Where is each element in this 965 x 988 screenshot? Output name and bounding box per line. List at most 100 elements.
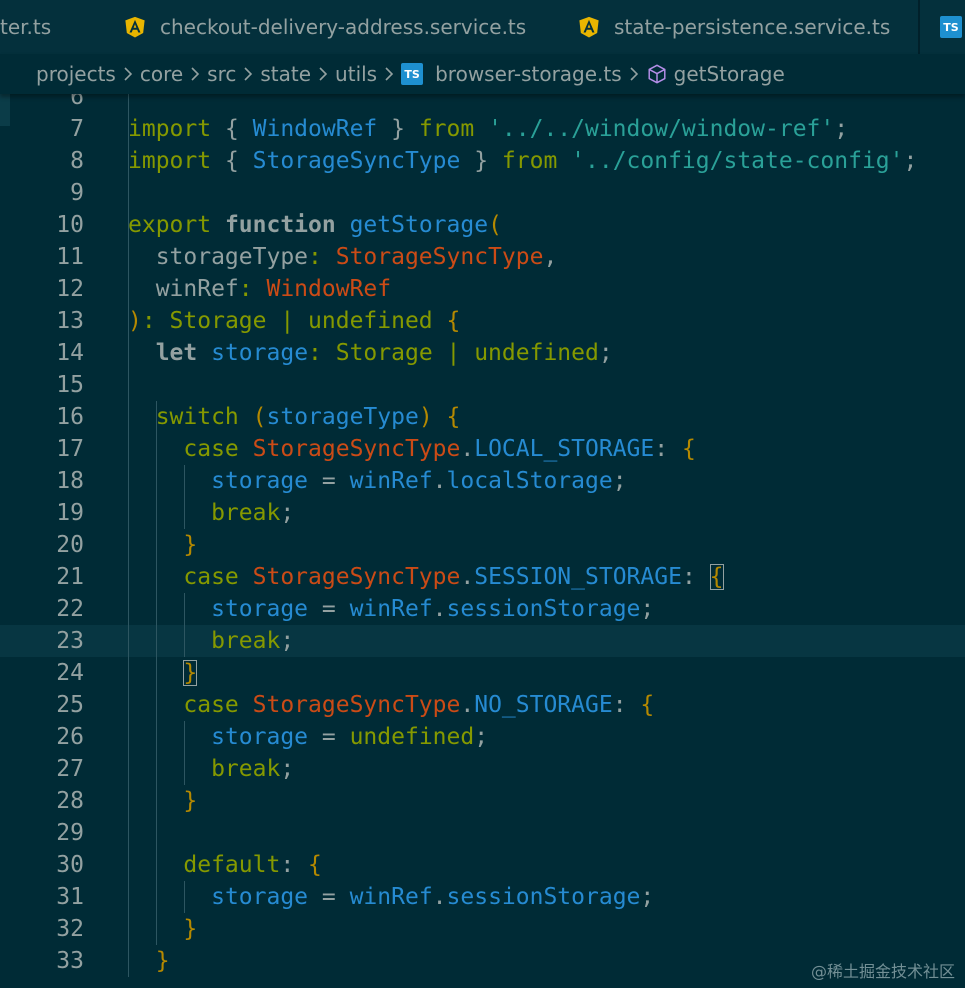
code-token: default <box>128 852 281 878</box>
code-text: case StorageSyncType.SESSION_STORAGE: { <box>128 561 724 593</box>
code-editor[interactable]: 6 7 import { WindowRef } from '../../windo… <box>0 94 965 988</box>
code-line[interactable]: 30 default: { <box>0 849 965 881</box>
indent-guide <box>184 465 185 529</box>
code-token: case <box>128 564 239 590</box>
code-line[interactable]: 11 storageType: StorageSyncType, <box>0 241 965 273</box>
code-token: { <box>446 308 461 334</box>
code-line[interactable]: 20 } <box>0 529 965 561</box>
watermark: @稀土掘金技术社区 <box>810 962 955 981</box>
code-text: storage = winRef.sessionStorage; <box>128 593 654 625</box>
code-line[interactable]: 12 winRef: WindowRef <box>0 273 965 305</box>
code-token: : Storage | undefined <box>308 340 599 366</box>
code-token: } <box>128 532 198 558</box>
code-token: : Storage | undefined <box>141 308 447 334</box>
indent-guide <box>184 881 185 913</box>
code-token: } <box>377 116 419 142</box>
code-line[interactable]: 16 switch (storageType) { <box>0 401 965 433</box>
code-line[interactable]: 8 import { StorageSyncType } from '../con… <box>0 145 965 177</box>
indent-guide <box>184 593 185 657</box>
code-text: } <box>128 913 197 945</box>
code-text: storageType: StorageSyncType, <box>128 241 558 273</box>
code-token: undefined <box>349 724 475 750</box>
line-number: 17 <box>56 436 84 462</box>
code-line[interactable]: 31 storage = winRef.sessionStorage; <box>0 881 965 913</box>
code-line[interactable]: 21 case StorageSyncType.SESSION_STORAGE:… <box>0 561 965 593</box>
chevron-right-icon <box>236 64 260 84</box>
code-text: winRef: WindowRef <box>128 273 391 305</box>
code-line[interactable]: 26 storage = undefined; <box>0 721 965 753</box>
code-line[interactable]: 24 } <box>0 657 965 689</box>
tab-checkout-delivery-address-service[interactable]: checkout-delivery-address.service.ts <box>124 0 526 54</box>
code-line[interactable]: 29 <box>0 817 965 849</box>
line-number: 33 <box>56 948 84 974</box>
line-number: 23 <box>56 628 84 654</box>
code-line[interactable]: 22 storage = winRef.sessionStorage; <box>0 593 965 625</box>
code-line[interactable]: 18 storage = winRef.localStorage; <box>0 465 965 497</box>
code-token: { <box>681 436 696 462</box>
line-number: 20 <box>56 532 84 558</box>
code-text: storage = undefined; <box>128 721 488 753</box>
tab-divider <box>918 0 920 54</box>
code-token: } <box>128 948 170 974</box>
code-token: ; <box>903 148 918 174</box>
code-line[interactable]: 7 import { WindowRef } from '../../window… <box>0 113 965 145</box>
line-number: 11 <box>56 244 84 270</box>
code-line[interactable]: 9 <box>0 177 965 209</box>
code-text: case StorageSyncType.LOCAL_STORAGE: { <box>128 433 696 465</box>
breadcrumb-symbol[interactable]: getStorage <box>674 62 785 86</box>
breadcrumb-state[interactable]: state <box>260 62 311 86</box>
line-number: 7 <box>70 116 84 142</box>
code-token: StorageSyncType <box>252 436 461 462</box>
code-line[interactable]: 25 case StorageSyncType.NO_STORAGE: { <box>0 689 965 721</box>
code-line[interactable]: 14 let storage: Storage | undefined; <box>0 337 965 369</box>
code-token: . <box>460 692 475 718</box>
code-token: = <box>308 596 350 622</box>
tab-state-persistence-service[interactable]: state-persistence.service.ts <box>578 0 890 54</box>
breadcrumb-utils[interactable]: utils <box>335 62 377 86</box>
line-number: 13 <box>56 308 84 334</box>
breadcrumb-projects[interactable]: projects <box>36 62 116 86</box>
code-line[interactable]: 32 } <box>0 913 965 945</box>
code-token: = <box>308 724 350 750</box>
code-token: } <box>183 660 198 686</box>
code-token: . <box>432 468 447 494</box>
code-token: } <box>460 148 502 174</box>
code-token: } <box>128 916 198 942</box>
code-line[interactable]: 13): Storage | undefined { <box>0 305 965 337</box>
code-token: NO_STORAGE <box>474 692 613 718</box>
code-token: ; <box>640 884 655 910</box>
code-token: : <box>280 852 309 878</box>
code-line[interactable]: 6 <box>0 94 965 113</box>
breadcrumb-file[interactable]: browser-storage.ts <box>435 62 622 86</box>
code-token: : <box>238 276 267 302</box>
code-token: break <box>128 500 281 526</box>
code-line[interactable]: 28 } <box>0 785 965 817</box>
cube-icon <box>648 64 666 84</box>
code-token: LOCAL_STORAGE <box>474 436 655 462</box>
breadcrumb-src[interactable]: src <box>207 62 236 86</box>
code-token: winRef <box>128 276 239 302</box>
code-line[interactable]: 27 break; <box>0 753 965 785</box>
code-token: : <box>612 692 641 718</box>
code-token: . <box>432 884 447 910</box>
code-line[interactable]: 19 break; <box>0 497 965 529</box>
code-token: { <box>211 148 253 174</box>
code-token: ) <box>418 404 433 430</box>
code-line[interactable]: 23 break; <box>0 625 965 657</box>
code-token: storage <box>211 596 309 622</box>
code-token: { <box>446 404 461 430</box>
code-token: sessionStorage <box>446 884 641 910</box>
line-number: 16 <box>56 404 84 430</box>
breadcrumb-core[interactable]: core <box>140 62 183 86</box>
code-line[interactable]: 10 export function getStorage( <box>0 209 965 241</box>
code-token: = <box>308 884 350 910</box>
code-line[interactable]: 15 <box>0 369 965 401</box>
code-line[interactable]: 17 case StorageSyncType.LOCAL_STORAGE: { <box>0 433 965 465</box>
tab-ter-ts[interactable]: ter.ts <box>0 0 51 54</box>
line-number: 26 <box>56 724 84 750</box>
tab-browser-storage-ts[interactable]: TS <box>940 0 962 54</box>
code-text: case StorageSyncType.NO_STORAGE: { <box>128 689 654 721</box>
